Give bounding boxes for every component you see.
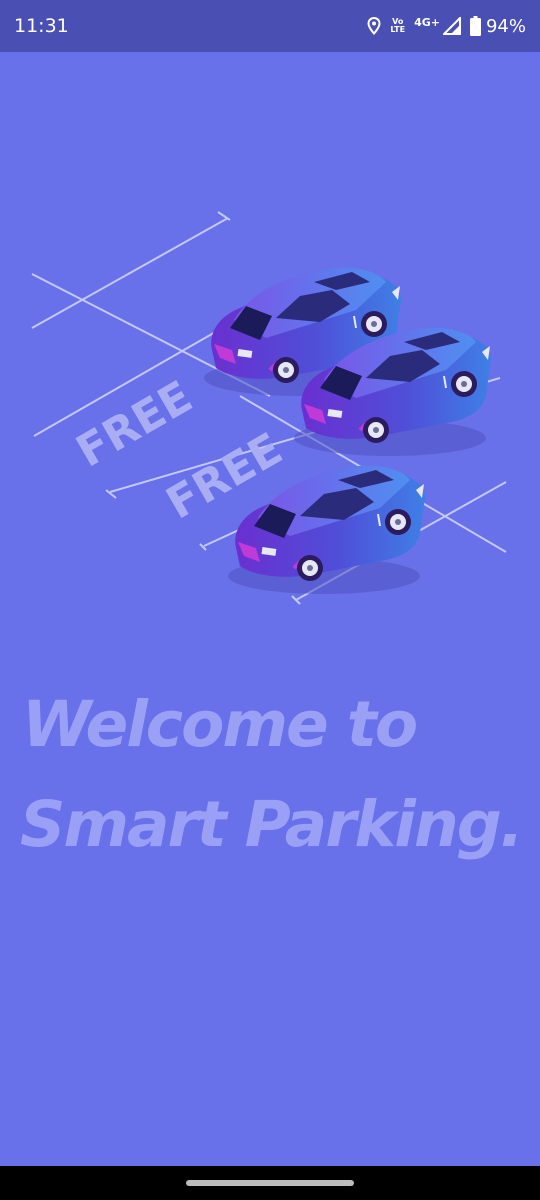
parking-illustration: FREE FREE bbox=[31, 211, 507, 605]
status-time: 11:31 bbox=[14, 15, 69, 37]
volte-indicator: Vo LTE bbox=[390, 18, 405, 34]
welcome-heading-line-2: Smart Parking. bbox=[20, 788, 524, 861]
free-label-1: FREE bbox=[68, 371, 201, 477]
battery-percent: 94% bbox=[485, 15, 526, 37]
signal-icon bbox=[442, 17, 461, 35]
battery-icon bbox=[469, 16, 481, 36]
status-bar: 11:31 Vo LTE 4G+ 94% bbox=[0, 0, 540, 52]
status-icons: Vo LTE 4G+ 94% bbox=[367, 16, 526, 37]
home-gesture-handle[interactable] bbox=[186, 1180, 354, 1186]
network-type: 4G+ bbox=[414, 15, 440, 29]
navigation-bar bbox=[0, 1166, 540, 1200]
welcome-heading-line-1: Welcome to bbox=[22, 688, 418, 761]
volte-bottom: LTE bbox=[390, 25, 406, 34]
location-icon bbox=[367, 17, 381, 35]
